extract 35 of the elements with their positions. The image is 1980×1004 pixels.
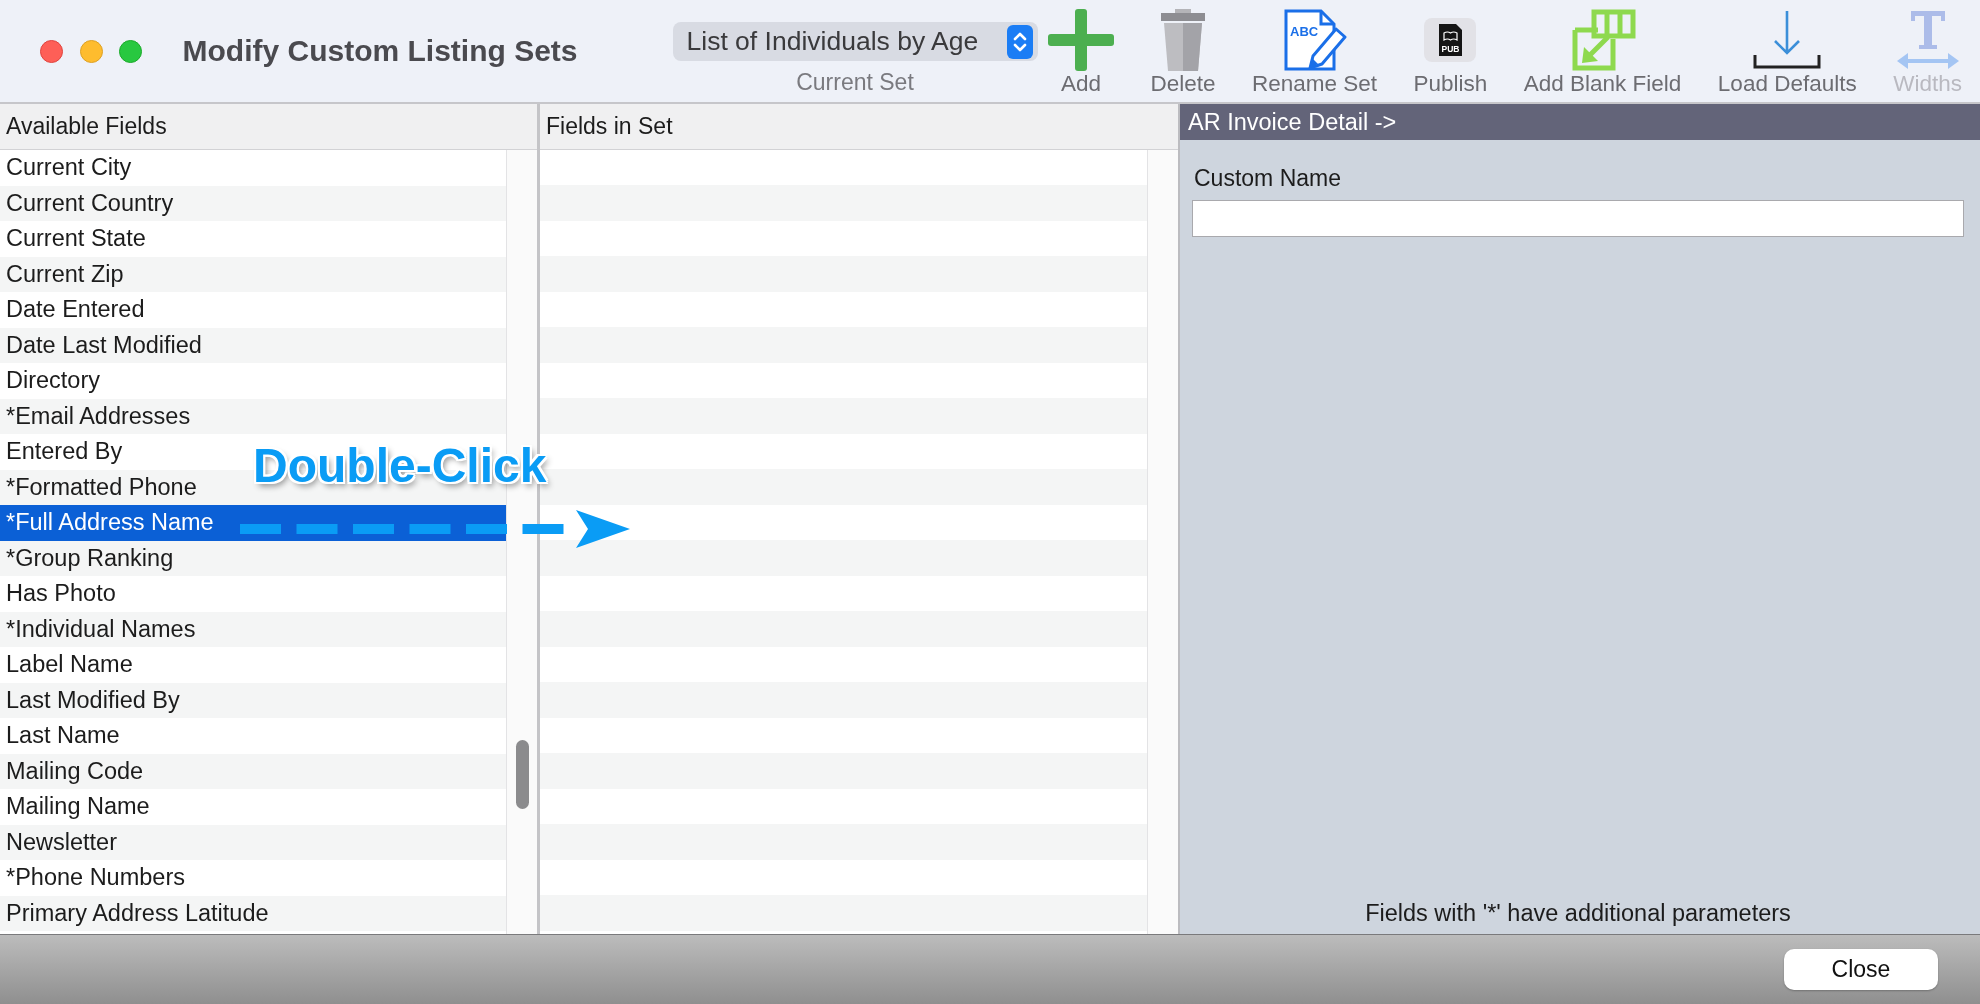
note-text: Fields with '*' have additional parameters: [1365, 900, 1791, 926]
close-button[interactable]: Close: [1784, 949, 1938, 990]
delete-button[interactable]: Delete: [1150, 0, 1216, 102]
add-button[interactable]: Add: [1048, 0, 1114, 102]
add-blank-field-button[interactable]: Add Blank Field: [1523, 0, 1682, 102]
publish-document-icon: PUB: [1424, 18, 1477, 62]
publish-button[interactable]: PUB Publish: [1413, 0, 1488, 102]
zoom-window-button[interactable]: [119, 39, 142, 63]
column-header: Fields in Set: [540, 104, 1178, 150]
current-set-dropdown[interactable]: List of Individuals by Age: [672, 22, 1038, 61]
scrollbar-track[interactable]: [1147, 150, 1178, 934]
field-label: Custom Name: [1194, 165, 1341, 191]
field-list-item[interactable]: Newsletter: [0, 824, 506, 860]
field-list-item[interactable]: Last Modified By: [0, 682, 506, 718]
column-header: Available Fields: [0, 104, 537, 150]
field-list-item[interactable]: Current Zip: [0, 256, 506, 292]
custom-name-field[interactable]: [1192, 200, 1964, 237]
stepper-icon: [1006, 24, 1033, 59]
trash-icon: [1159, 9, 1207, 71]
field-list-item[interactable]: *Email Addresses: [0, 398, 506, 434]
close-window-button[interactable]: [40, 39, 63, 63]
minimize-window-button[interactable]: [79, 39, 103, 63]
load-defaults-button[interactable]: Load Defaults: [1717, 0, 1857, 102]
rename-set-button[interactable]: ABC Rename Set: [1252, 0, 1378, 102]
field-list-item[interactable]: Primary Address Latitude: [0, 895, 506, 931]
field-list-item[interactable]: Mailing Code: [0, 753, 506, 789]
scrollbar-thumb[interactable]: [515, 740, 529, 809]
field-list-item[interactable]: *Group Ranking: [0, 540, 506, 576]
window-title: Modify Custom Listing Sets: [182, 34, 578, 68]
field-list-item[interactable]: Date Last Modified: [0, 327, 506, 363]
plus-icon: [1048, 9, 1114, 71]
detail-panel-header: AR Invoice Detail ->: [1180, 104, 1980, 140]
current-set-caption: Current Set: [796, 69, 914, 95]
field-list-item[interactable]: Current Country: [0, 185, 506, 221]
field-list-item[interactable]: *Individual Names: [0, 611, 506, 647]
